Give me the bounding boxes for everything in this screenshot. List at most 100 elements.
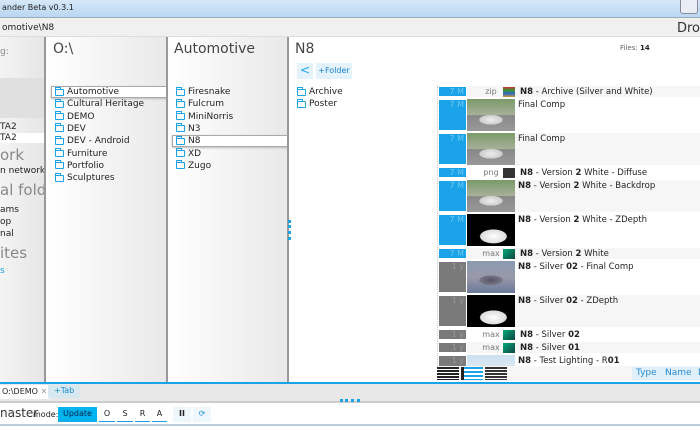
list-view-icon[interactable] [485,367,507,380]
file-name: Final Comp [515,99,565,131]
folder-item[interactable]: Archive [297,86,343,98]
refresh-button[interactable]: ⟳ [193,407,211,422]
file-row[interactable]: 7 Mmax N8 - Version 2 White [438,248,700,260]
folder-icon [55,86,64,96]
current-path[interactable]: omotive\N8 [2,23,54,33]
file-row[interactable]: 7 M N8 - Version 2 White - ZDepth [438,214,700,247]
file-row[interactable]: 1 y N8 - Silver 02 - Final Comp [438,261,700,294]
folder-item[interactable]: DEV - Android [55,135,130,147]
sidebar-item[interactable]: TA2 [0,133,44,143]
folder-item[interactable]: Poster [297,98,337,110]
thumbnail-image [467,214,515,246]
folder-item[interactable]: DEMO [55,111,94,123]
name-part: - ZDepth [577,296,619,306]
back-button[interactable]: < [297,63,313,79]
file-age: 7 M [438,214,467,246]
resize-grip[interactable] [288,220,292,240]
sidebar-item[interactable]: s [0,266,5,276]
folder-label: Cultural Heritage [67,99,145,110]
mode-s-button[interactable]: S [117,407,133,422]
close-icon[interactable]: ✕ [41,387,48,396]
sort-date-button[interactable]: D [694,367,700,380]
file-row[interactable]: 1 y N8 - Silver 02 - ZDepth [438,295,700,328]
folder-item[interactable]: Firesnake [176,86,230,98]
tab-demo[interactable]: O:\DEMO ✕ [0,385,50,399]
sidebar: g: TA2TA2 ork n network al folder ams op nal it… [0,37,46,382]
folder-item[interactable]: Fulcrum [176,98,224,110]
file-row[interactable]: 7 M Final Comp [438,99,700,132]
minimize-button[interactable] [680,0,698,14]
folder-icon [55,123,64,133]
mode-a-button[interactable]: A [152,407,167,422]
name-part: N8 [518,262,532,272]
name-part: N8 [518,215,532,225]
folder-item[interactable]: N3 [176,123,200,135]
file-name: N8 - Version 2 White - Backdrop [515,180,655,212]
mode-label: mode: [33,410,59,419]
file-name: N8 - Silver 02 - ZDepth [515,295,618,327]
sidebar-item[interactable]: ites [0,244,27,262]
sidebar-item[interactable]: n network [0,166,44,176]
name-part: - Version [533,168,576,178]
name-part: - Silver [531,296,567,306]
tab-label: O:\DEMO [2,387,38,396]
add-folder-button[interactable]: +Folder [316,63,352,79]
folder-item[interactable]: Furniture [55,148,107,160]
sort-type-button[interactable]: Type [632,367,661,380]
folder-item[interactable]: Automotive [51,86,166,98]
folder-label: DEMO [67,111,95,122]
folder-icon [176,160,185,170]
file-row[interactable]: 1 y max N8 - Silver 01 [438,342,700,354]
mode-r-button[interactable]: R [135,407,150,422]
folder-label: XD [188,148,202,159]
thumbnail-image [467,261,515,293]
files-count-value: 14 [639,44,650,52]
sort-name-button[interactable]: Name [661,367,696,380]
folder-label: Zugo [188,160,212,171]
file-age: 7 M [438,99,467,131]
folder-item[interactable]: Cultural Heritage [55,98,144,110]
files-label: Files: [620,44,638,52]
file-age: 7 M [438,167,467,178]
folder-item[interactable]: XD [176,148,201,160]
file-row[interactable]: 7 M N8 - Version 2 White - Backdrop [438,180,700,213]
file-row[interactable]: 7 Mpng N8 - Version 2 White - Diffuse [438,167,700,179]
pause-button[interactable]: II [173,407,191,422]
folder-icon [176,135,185,145]
path-bar: omotive\N8 Dro [0,18,700,37]
name-part: White - Backdrop [579,181,656,191]
file-row[interactable]: 7 M Final Comp [438,133,700,166]
folder-item[interactable]: Zugo [176,160,211,172]
file-row[interactable]: 7 Mzip N8 - Archive (Silver and White) [438,86,700,98]
folder-item[interactable]: N8 [172,135,287,148]
mode-update-button[interactable]: Update [58,407,97,422]
folder-icon [55,172,64,182]
file-row[interactable]: 1 y max N8 - Silver 02 [438,329,700,341]
file-name: N8 - Silver 02 - Final Comp [515,261,634,293]
folder-item[interactable]: Sculptures [55,172,115,184]
folder-item[interactable]: DEV [55,123,86,135]
folder-item[interactable]: Portfolio [55,160,104,172]
name-part: White - ZDepth [579,215,647,225]
mode-o-button[interactable]: O [99,407,115,422]
name-part: Final Comp [518,100,566,110]
max-icon [503,249,515,259]
sidebar-item[interactable]: nal [0,229,14,239]
sidebar-item[interactable]: ork [0,146,24,164]
sidebar-item[interactable]: al folder [0,181,44,199]
sidebar-item[interactable]: ams [0,205,19,215]
detail-view-icon[interactable] [461,367,483,380]
add-tab-button[interactable]: +Tab [48,385,81,398]
thumbnail-view-icon[interactable] [437,367,459,380]
sidebar-item[interactable]: op [0,217,11,227]
file-row[interactable]: 1 y N8 - Test Lighting - R01 [438,355,700,366]
thumbnail-image [467,133,515,165]
folder-item[interactable]: MiniNorris [176,111,233,123]
panel-grip[interactable] [340,399,360,402]
sidebar-item[interactable]: TA2 [0,122,17,132]
folder-label: Automotive [67,87,120,97]
name-part: - Test Lighting - R [531,356,608,366]
name-part: 02 [566,262,578,272]
name-part: - Version [531,181,574,191]
name-part: - Silver [533,330,569,340]
